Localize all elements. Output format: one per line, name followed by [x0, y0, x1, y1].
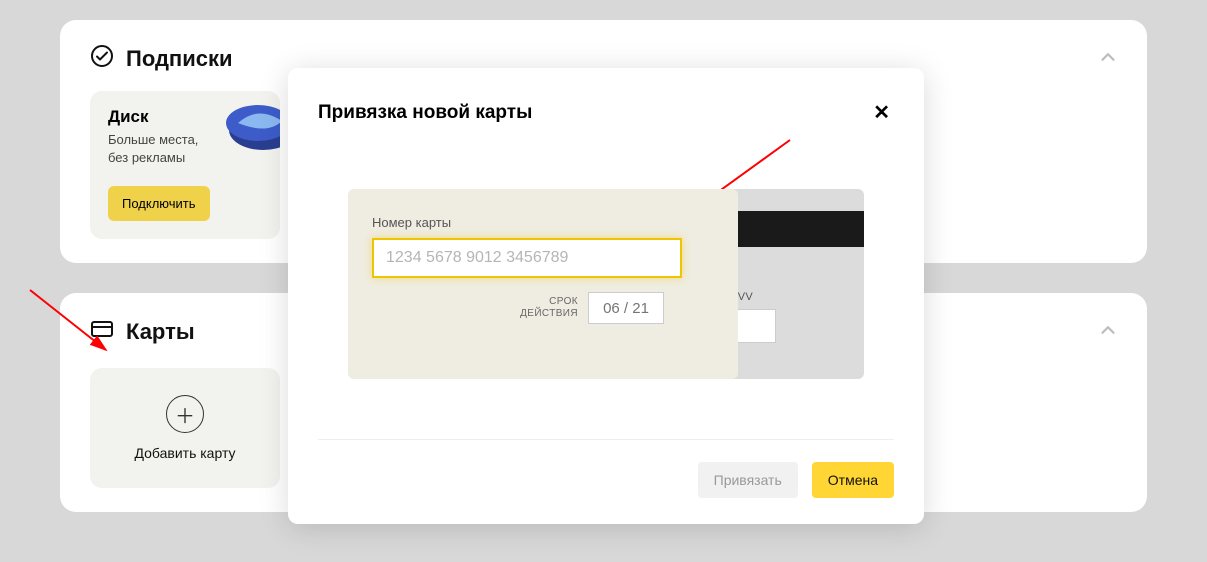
cancel-button[interactable]: Отмена — [812, 462, 894, 498]
check-circle-icon — [90, 44, 114, 73]
close-button[interactable]: ✕ — [869, 96, 894, 129]
expiry-label: СРОК ДЕЙСТВИЯ — [520, 296, 578, 321]
credit-card-icon — [90, 317, 114, 346]
bind-card-modal: Привязка новой карты ✕ CVC/CVV Номер кар… — [288, 68, 924, 524]
card-number-label: Номер карты — [372, 215, 714, 230]
card-visual: CVC/CVV Номер карты СРОК ДЕЙСТВИЯ — [348, 189, 864, 379]
subscriptions-title: Подписки — [126, 46, 233, 72]
cards-title: Карты — [126, 319, 195, 345]
expiry-input[interactable] — [588, 292, 664, 324]
connect-button[interactable]: Подключить — [108, 186, 210, 221]
card-front: Номер карты СРОК ДЕЙСТВИЯ — [348, 189, 738, 379]
bind-button[interactable]: Привязать — [698, 462, 798, 498]
add-card-button[interactable]: ＋ Добавить карту — [90, 368, 280, 488]
chevron-up-icon[interactable] — [1097, 46, 1119, 73]
disk-subscription-card: Диск Больше места, без рекламы Подключит… — [90, 91, 280, 239]
card-number-input[interactable] — [372, 238, 682, 278]
close-icon: ✕ — [873, 102, 890, 124]
chevron-up-icon[interactable] — [1097, 319, 1119, 346]
modal-title: Привязка новой карты — [318, 102, 532, 124]
disk-logo-icon — [218, 95, 280, 155]
plus-icon: ＋ — [166, 395, 204, 433]
add-card-label: Добавить карту — [134, 445, 235, 461]
